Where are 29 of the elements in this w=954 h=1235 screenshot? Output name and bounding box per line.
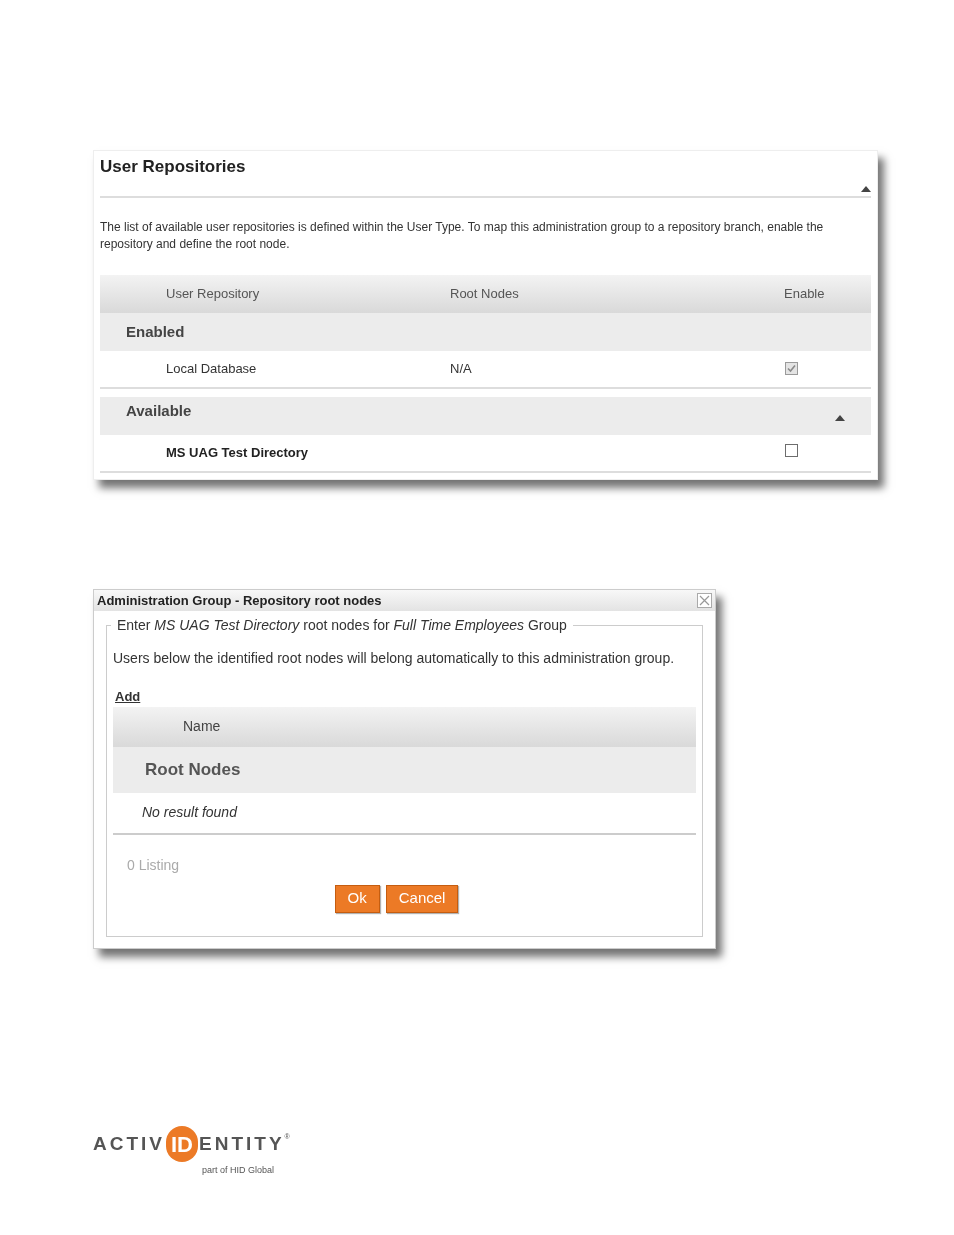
column-header: Enable — [784, 285, 825, 304]
close-icon[interactable] — [697, 593, 712, 608]
repository-name: MS UAG Test Directory — [166, 444, 310, 463]
column-header: Root Nodes — [450, 285, 520, 304]
group-label: Root Nodes — [145, 758, 241, 781]
group-label: Available — [126, 401, 192, 421]
empty-message: No result found — [142, 803, 237, 822]
root-nodes-cell: N/A — [450, 361, 472, 377]
repository-name: Local Database — [166, 360, 258, 379]
column-header: User Repository — [166, 285, 261, 304]
cancel-button[interactable]: Cancel — [385, 884, 459, 913]
logo-mark: ID — [166, 1126, 198, 1162]
logo-text: ENTITY — [199, 1131, 285, 1156]
collapse-icon[interactable] — [861, 186, 871, 192]
logo-tagline: part of HID Global — [202, 1165, 275, 1175]
listing-count: 0 Listing — [127, 856, 180, 873]
check-icon — [787, 364, 796, 374]
fieldset-legend: Enter MS UAG Test Directory root nodes for Full Time Employees Group — [111, 615, 573, 636]
description-text: The list of available user repositories is defined within the User Type. To map this administration group to a repository branch, enable the repository and define the root node. — [100, 219, 825, 253]
panel-title: User Repositories — [100, 156, 246, 178]
checkbox[interactable] — [785, 444, 798, 458]
ok-button[interactable]: Ok — [334, 884, 380, 913]
column-header: Name — [183, 717, 221, 736]
logo-text: ACTIV — [93, 1131, 165, 1156]
dialog-title: Administration Group - Repository root nodes — [97, 591, 382, 610]
info-text: Users below the identified root nodes will belong automatically to this administration group. — [113, 649, 676, 668]
group-label: Enabled — [126, 321, 185, 342]
collapse-icon[interactable] — [835, 414, 845, 421]
add-link[interactable]: Add — [115, 687, 141, 707]
